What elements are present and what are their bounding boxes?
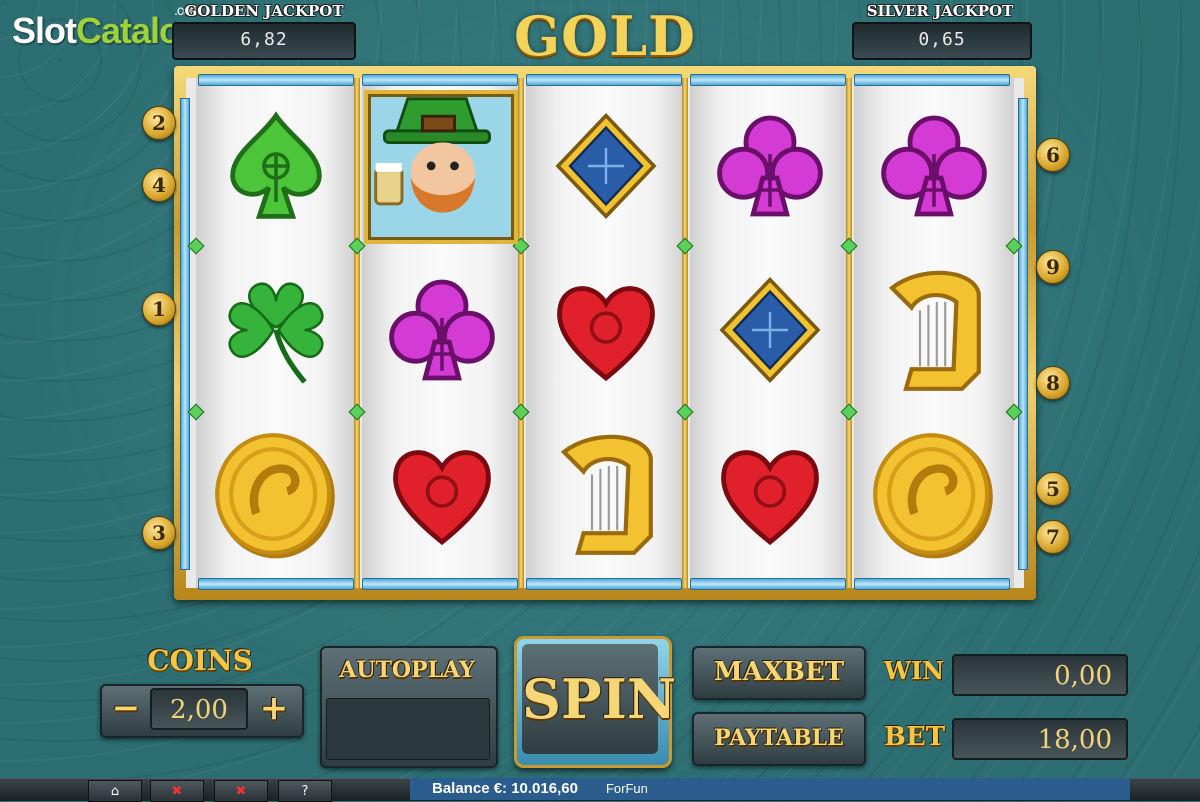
payline-marker[interactable]: 8 <box>1036 366 1070 400</box>
blue-diamond-icon <box>526 86 686 246</box>
reel-side-bar <box>180 98 190 570</box>
golden-jackpot-label: GOLDEN JACKPOT <box>184 2 344 20</box>
reels-area <box>180 74 1028 590</box>
payline-marker[interactable]: 5 <box>1036 472 1070 506</box>
sound-toggle-button[interactable]: ✖ <box>150 780 204 802</box>
balance-text: Balance €: 10.016,60 <box>432 780 578 797</box>
magenta-club-icon <box>362 250 522 410</box>
reel-cap <box>526 74 682 86</box>
bet-label: BET <box>884 722 946 752</box>
reel-cap <box>690 74 846 86</box>
balance-bar: Balance €: 10.016,60 ForFun <box>410 778 1130 800</box>
red-heart-icon <box>362 414 522 574</box>
help-button[interactable]: ? <box>278 780 332 802</box>
golden-jackpot-value: 6,82 <box>172 22 356 60</box>
coins-label: COINS <box>147 644 253 677</box>
logo-part1: Slot <box>12 10 77 51</box>
coins-increase-button[interactable]: + <box>252 686 296 732</box>
payline-marker[interactable]: 3 <box>142 516 176 550</box>
silver-jackpot-value: 0,65 <box>852 22 1032 60</box>
blue-diamond-icon <box>690 250 850 410</box>
coins-value: 2,00 <box>150 688 248 730</box>
home-button[interactable]: ⌂ <box>88 780 142 802</box>
autoplay-options-area[interactable] <box>326 698 490 760</box>
silver-jackpot-label: SILVER JACKPOT <box>866 2 1014 20</box>
reel-cap <box>198 74 354 86</box>
reel-cap <box>198 578 354 590</box>
payline-marker[interactable]: 6 <box>1036 138 1070 172</box>
reel-cap <box>526 578 682 590</box>
reel-cap <box>854 74 1010 86</box>
paytable-button[interactable]: PAYTABLE <box>692 712 866 766</box>
shamrock-icon <box>196 250 356 410</box>
red-heart-icon <box>526 250 686 410</box>
gold-coin-icon <box>854 414 1014 574</box>
win-label: WIN <box>884 656 945 685</box>
autoplay-button[interactable]: AUTOPLAY <box>322 650 492 690</box>
leprechaun-icon <box>364 90 518 244</box>
payline-marker[interactable]: 2 <box>142 106 176 140</box>
payline-marker[interactable]: 7 <box>1036 520 1070 554</box>
sound-off-icon: ✖ <box>171 783 183 799</box>
home-icon: ⌂ <box>110 783 120 799</box>
fullscreen-toggle-button[interactable]: ✖ <box>214 780 268 802</box>
payline-marker[interactable]: 1 <box>142 292 176 326</box>
magenta-club-icon <box>690 86 850 246</box>
win-value: 0,00 <box>952 654 1128 696</box>
reel-cap <box>362 74 518 86</box>
green-spade-icon <box>196 86 356 246</box>
reel-side-bar <box>1018 98 1028 570</box>
spin-button[interactable]: SPIN <box>522 644 676 754</box>
magenta-club-icon <box>854 86 1014 246</box>
help-icon: ? <box>301 783 309 799</box>
gold-coin-icon <box>196 414 356 574</box>
golden-harp-icon <box>526 414 686 574</box>
payline-marker[interactable]: 9 <box>1036 250 1070 284</box>
payline-marker[interactable]: 4 <box>142 168 176 202</box>
fullscreen-off-icon: ✖ <box>235 783 247 799</box>
play-mode: ForFun <box>605 781 648 796</box>
reel-cap <box>690 578 846 590</box>
reel-cap <box>362 578 518 590</box>
coins-decrease-button[interactable]: − <box>104 686 148 732</box>
red-heart-icon <box>690 414 850 574</box>
reel-cap <box>854 578 1010 590</box>
maxbet-button[interactable]: MAXBET <box>692 646 866 700</box>
golden-harp-icon <box>854 250 1014 410</box>
bet-value: 18,00 <box>952 718 1128 760</box>
